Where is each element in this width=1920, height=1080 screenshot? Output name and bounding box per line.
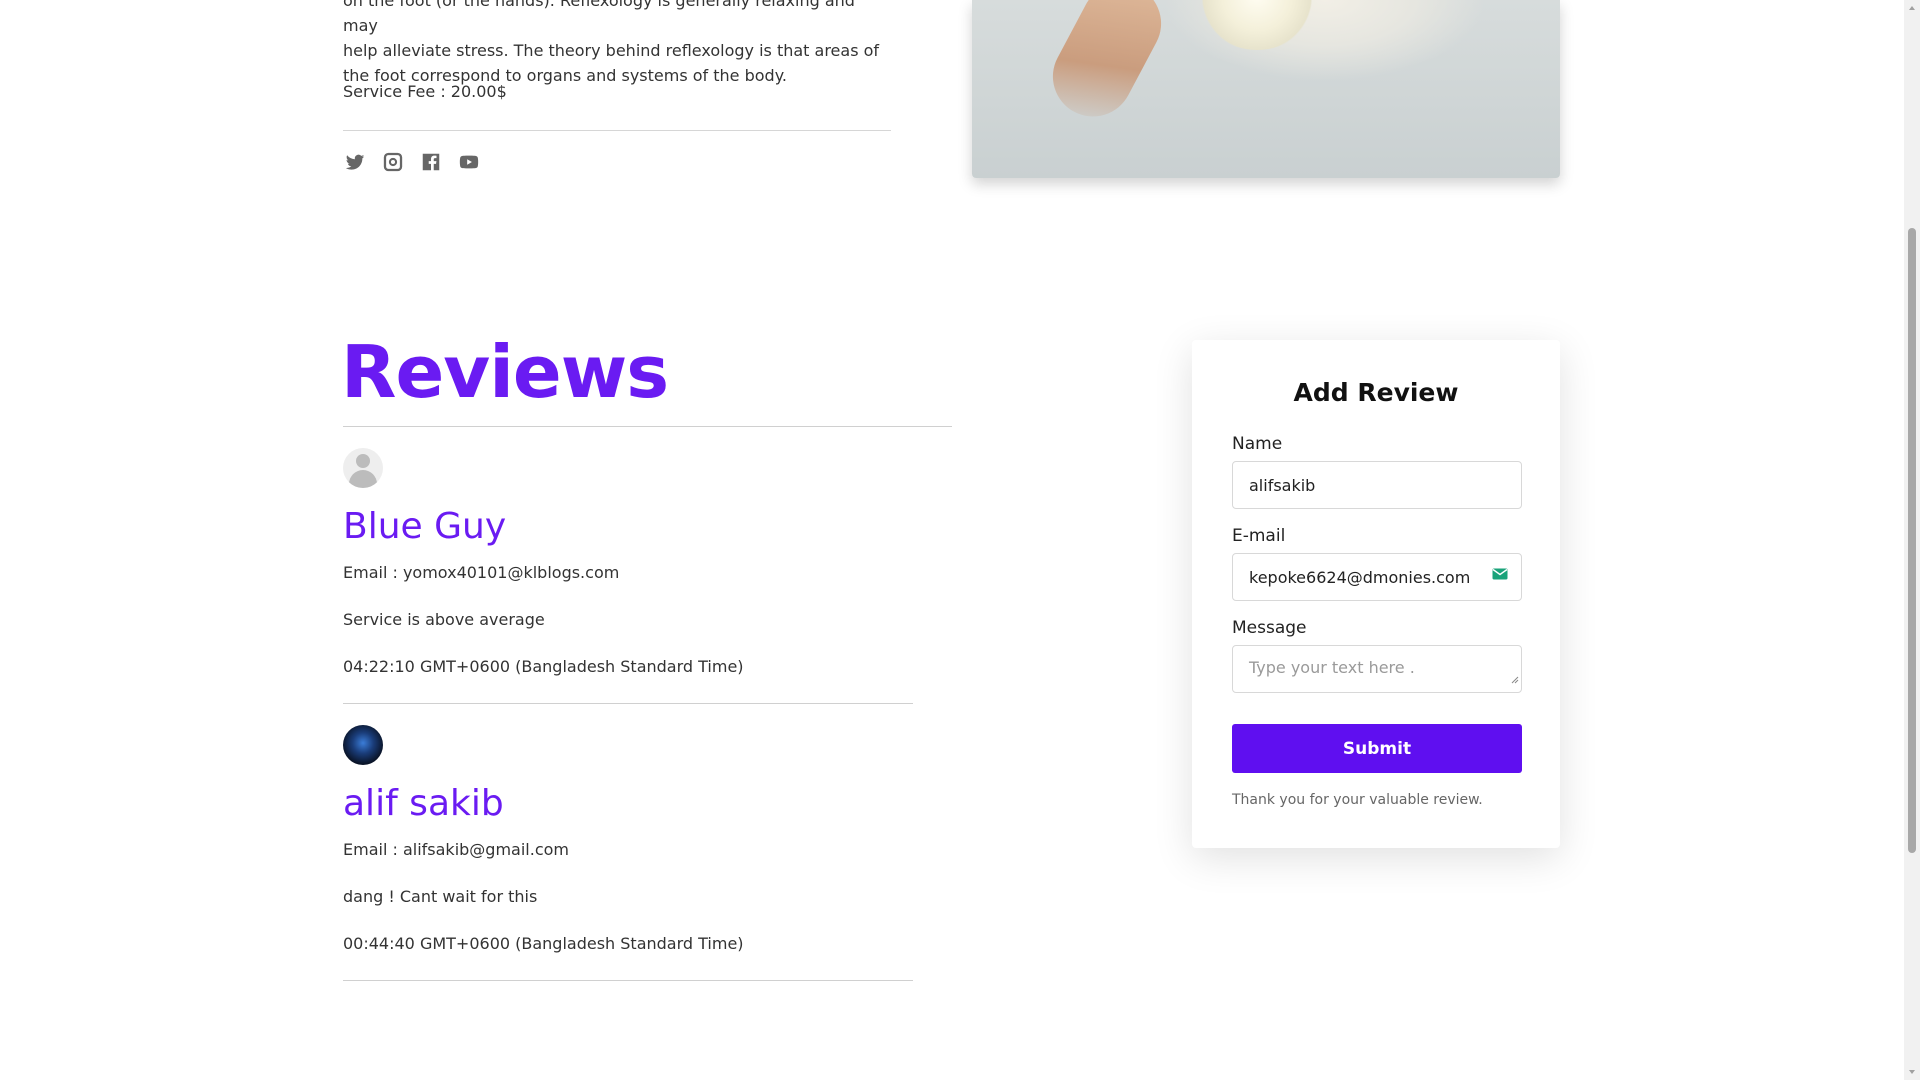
service-description-line: on the foot (or the hands). Reflexology … — [343, 0, 855, 35]
review-message: dang ! Cant wait for this — [343, 887, 538, 906]
name-input[interactable] — [1232, 461, 1522, 509]
page: on the foot (or the hands). Reflexology … — [0, 0, 1904, 1080]
resize-grip-icon[interactable] — [1511, 676, 1519, 684]
service-description-line: help alleviate stress. The theory behind… — [343, 41, 880, 60]
divider — [343, 130, 891, 131]
review-item: alif sakib Email : alifsakib@gmail.com d… — [343, 725, 913, 981]
submit-button[interactable]: Submit — [1232, 724, 1522, 773]
service-description: on the foot (or the hands). Reflexology … — [343, 0, 893, 88]
youtube-icon[interactable] — [457, 150, 481, 174]
divider — [343, 703, 913, 704]
add-review-card: Add Review Name E-mail Message Submit Th… — [1192, 340, 1560, 848]
scroll-down-icon[interactable] — [1908, 1068, 1916, 1076]
instagram-icon[interactable] — [381, 150, 405, 174]
social-links — [343, 150, 481, 174]
reviews-heading: Reviews — [341, 330, 669, 414]
autofill-mail-icon[interactable] — [1492, 568, 1508, 580]
reviewer-email: Email : yomox40101@klblogs.com — [343, 563, 620, 582]
scrollbar[interactable] — [1904, 0, 1920, 1080]
service-fee: Service Fee : 20.00$ — [343, 82, 507, 101]
review-item: Blue Guy Email : yomox40101@klblogs.com … — [343, 448, 913, 704]
message-textarea[interactable] — [1232, 645, 1522, 693]
reviewer-email: Email : alifsakib@gmail.com — [343, 840, 569, 859]
scroll-thumb[interactable] — [1908, 228, 1916, 853]
thanks-note: Thank you for your valuable review. — [1232, 792, 1483, 808]
scroll-up-icon[interactable] — [1908, 4, 1916, 12]
divider — [343, 980, 913, 981]
user-photo-avatar — [343, 725, 383, 765]
name-label: Name — [1232, 434, 1283, 454]
service-image-foot — [1038, 0, 1176, 131]
service-image-flower — [1202, 0, 1312, 50]
message-label: Message — [1232, 618, 1307, 638]
email-input[interactable] — [1232, 553, 1522, 601]
email-label: E-mail — [1232, 526, 1286, 546]
review-time: 00:44:40 GMT+0600 (Bangladesh Standard T… — [343, 934, 744, 953]
default-user-avatar — [343, 448, 383, 488]
divider — [343, 426, 952, 427]
add-review-title: Add Review — [1293, 378, 1459, 407]
reviewer-name: alif sakib — [343, 783, 504, 824]
review-message: Service is above average — [343, 610, 545, 629]
review-time: 04:22:10 GMT+0600 (Bangladesh Standard T… — [343, 657, 744, 676]
reviewer-name: Blue Guy — [343, 506, 507, 547]
service-image — [972, 0, 1560, 178]
twitter-icon[interactable] — [343, 150, 367, 174]
facebook-icon[interactable] — [419, 150, 443, 174]
